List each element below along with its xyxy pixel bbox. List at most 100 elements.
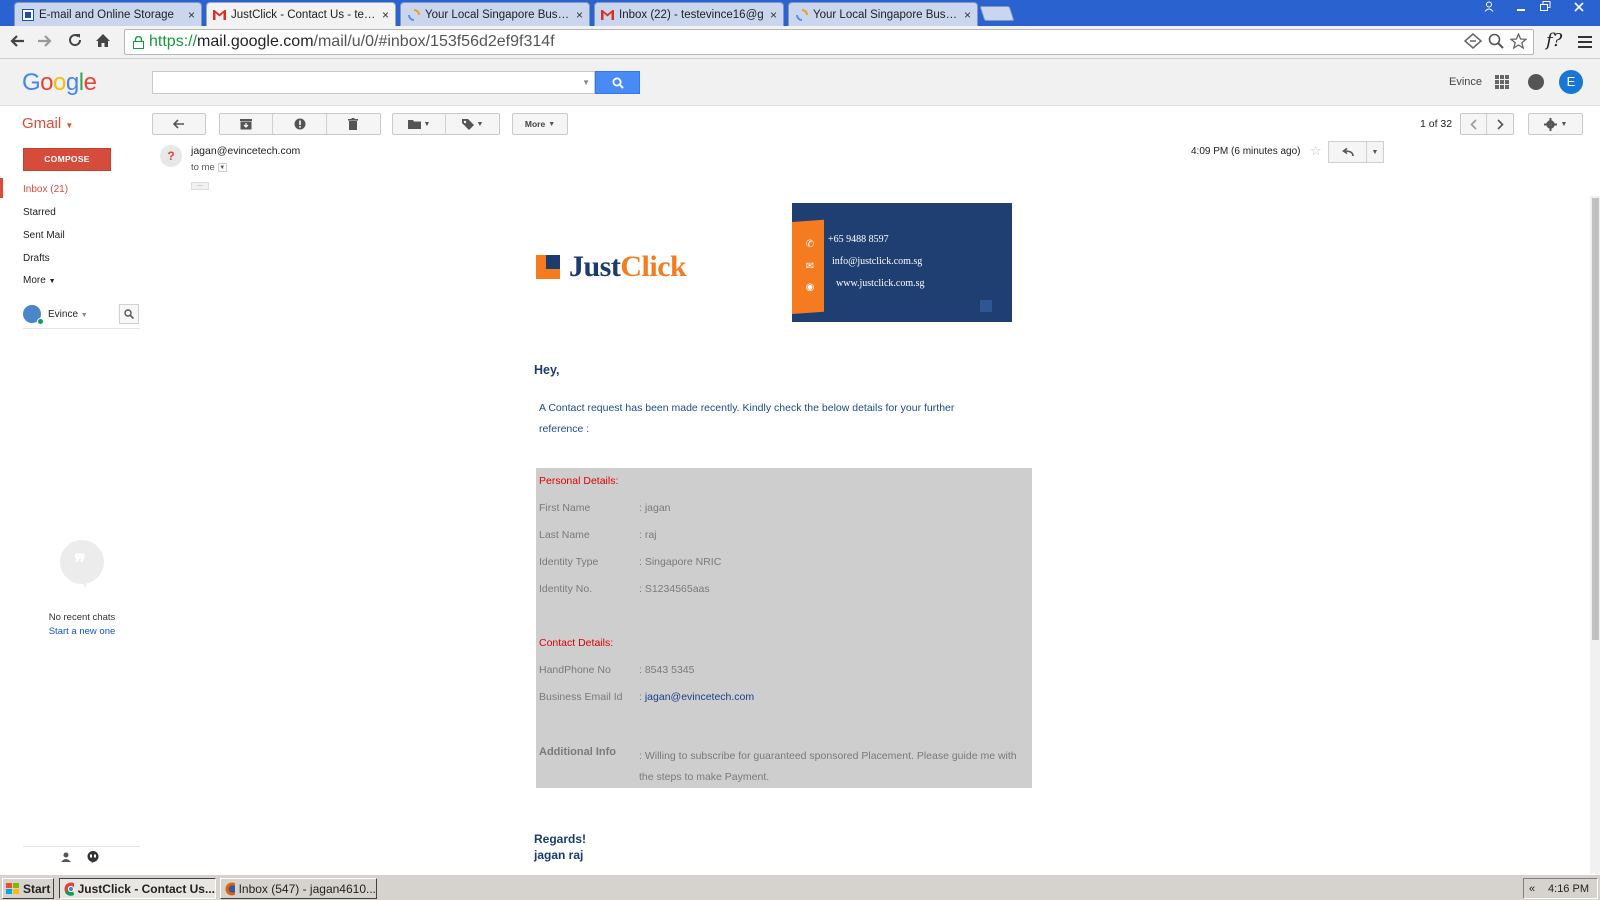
search-options-chevron-icon[interactable]: ▼	[582, 78, 590, 87]
show-hidden-icons-button[interactable]: «	[1524, 883, 1540, 895]
translate-icon[interactable]	[1463, 33, 1483, 53]
reload-icon[interactable]	[64, 32, 86, 54]
windows-taskbar: Start JustClick - Contact Us... Inbox (5…	[0, 874, 1600, 900]
archive-button[interactable]	[220, 114, 274, 134]
reply-button[interactable]	[1329, 142, 1367, 162]
move-to-button[interactable]: ▼	[393, 114, 447, 134]
search-field[interactable]: ▼	[152, 71, 595, 94]
online-status-dot	[37, 318, 44, 325]
taskbar-item[interactable]: JustClick - Contact Us...	[59, 878, 216, 899]
more-reply-options-chevron-icon[interactable]: ▼	[1367, 142, 1383, 162]
close-tab-icon[interactable]: ×	[576, 8, 583, 22]
chevron-down-icon[interactable]: ▼	[217, 162, 227, 172]
menu-icon[interactable]	[1574, 32, 1596, 54]
chevron-down-icon: ▼	[65, 121, 74, 130]
address-bar[interactable]: https://mail.google.com/mail/u/0/#inbox/…	[124, 29, 1534, 55]
restore-icon[interactable]	[1532, 0, 1558, 18]
search-button[interactable]	[595, 71, 640, 94]
system-tray: « 4:16 PM	[1523, 878, 1598, 899]
start-new-chat-link[interactable]: Start a new one	[23, 626, 141, 637]
browser-tab-active[interactable]: JustClick - Contact Us - teste ×	[206, 2, 396, 26]
account-name[interactable]: Evince	[1449, 76, 1482, 88]
webmail-icon	[21, 8, 34, 21]
bookmark-star-icon[interactable]	[1509, 32, 1528, 53]
windows-logo-icon	[6, 882, 19, 894]
chevron-right-icon	[1496, 118, 1504, 130]
labels-button[interactable]: ▼	[446, 114, 499, 134]
chevron-down-icon: ▼	[80, 312, 88, 319]
browser-tab-title: E-mail and Online Storage	[39, 8, 174, 21]
close-tab-icon[interactable]: ×	[964, 8, 971, 22]
browser-tab-title: Your Local Singapore Busines	[425, 8, 570, 21]
page-scrollbar-thumb[interactable]	[1592, 198, 1599, 640]
show-trimmed-content-button[interactable]: ...	[191, 181, 209, 190]
card-website: www.justclick.com.sg	[836, 278, 925, 289]
minimize-icon[interactable]	[1508, 0, 1534, 18]
detail-value: : raj	[639, 529, 657, 541]
organize-group: ▼ ▼	[392, 113, 500, 135]
phone-icon: ✆	[805, 239, 815, 250]
hangouts-icon[interactable]	[87, 851, 99, 867]
browser-tab[interactable]: Inbox (22) - testevince16@g ×	[594, 2, 784, 26]
browser-tab-strip: E-mail and Online Storage × JustClick - …	[0, 0, 1600, 26]
close-tab-icon[interactable]: ×	[770, 8, 777, 22]
chevron-left-icon	[1470, 118, 1477, 130]
email-icon: ✉	[805, 261, 815, 272]
detail-value: : jagan@evincetech.com	[639, 691, 755, 703]
contact-card-banner: ✆ ✉ ◉ +65 9488 8597 info@justclick.com.s…	[792, 203, 1012, 322]
nav-item-sent-mail[interactable]: Sent Mail	[23, 230, 65, 241]
taskbar-item[interactable]: Inbox (547) - jagan4610...	[220, 878, 377, 899]
account-avatar[interactable]: E	[1559, 70, 1583, 94]
gmail-switcher[interactable]: Gmail ▼	[22, 115, 73, 132]
loading-icon	[795, 8, 808, 21]
recipient-line[interactable]: to me ▼	[191, 162, 227, 173]
start-button[interactable]: Start	[2, 878, 54, 899]
new-tab-button[interactable]	[979, 6, 1015, 21]
browser-tab[interactable]: Your Local Singapore Busines ×	[400, 2, 590, 26]
business-email-link[interactable]: jagan@evincetech.com	[645, 691, 754, 703]
delete-button[interactable]	[327, 114, 380, 134]
close-tab-icon[interactable]: ×	[382, 8, 389, 22]
hangouts-user-name: Evince ▼	[48, 309, 88, 320]
clock[interactable]: 4:16 PM	[1540, 883, 1597, 895]
back-to-inbox-button[interactable]	[152, 113, 206, 135]
hangouts-user[interactable]: Evince ▼	[23, 303, 140, 329]
nav-item-drafts[interactable]: Drafts	[23, 253, 50, 264]
nav-item-more[interactable]: More ▼	[23, 275, 56, 286]
contacts-person-icon[interactable]	[61, 852, 71, 865]
newer-button[interactable]	[1461, 114, 1488, 134]
chevron-down-icon: ▼	[476, 120, 484, 128]
sender-email[interactable]: jagan@evincetech.com	[191, 145, 300, 157]
google-logo[interactable]: Google	[22, 69, 97, 97]
justclick-wordmark: JustClick	[569, 250, 687, 283]
more-actions-button[interactable]: More ▼	[512, 113, 568, 135]
zoom-icon[interactable]	[1488, 33, 1504, 53]
compose-button[interactable]: COMPOSE	[23, 148, 111, 171]
settings-button[interactable]: ▼	[1528, 113, 1583, 135]
star-icon[interactable]: ☆	[1310, 143, 1322, 159]
forward-icon[interactable]	[34, 32, 56, 54]
notifications-icon[interactable]	[1528, 74, 1544, 90]
close-window-icon[interactable]	[1566, 0, 1592, 18]
apps-grid-icon[interactable]	[1495, 75, 1509, 89]
detail-label: Last Name	[539, 529, 590, 541]
profile-icon[interactable]	[1476, 0, 1502, 18]
search-input[interactable]	[153, 72, 573, 92]
extension-button[interactable]: f?	[1546, 30, 1562, 51]
report-spam-button[interactable]	[273, 114, 327, 134]
search-icon	[124, 309, 134, 319]
message-counter: 1 of 32	[1420, 118, 1453, 130]
web-icon: ◉	[805, 282, 815, 293]
home-icon[interactable]	[92, 32, 114, 54]
search-people-button[interactable]	[119, 304, 139, 324]
browser-tab[interactable]: Your Local Singapore Busines ×	[788, 2, 978, 26]
older-button[interactable]	[1487, 114, 1513, 134]
browser-toolbar: https://mail.google.com/mail/u/0/#inbox/…	[0, 26, 1600, 59]
browser-tab[interactable]: E-mail and Online Storage ×	[14, 2, 202, 26]
detail-value: : jagan	[639, 502, 671, 514]
close-tab-icon[interactable]: ×	[188, 8, 195, 22]
nav-item-inbox[interactable]: Inbox (21)	[23, 184, 68, 195]
detail-value: : Singapore NRIC	[639, 556, 722, 568]
nav-item-starred[interactable]: Starred	[23, 207, 56, 218]
back-icon[interactable]	[6, 32, 28, 54]
